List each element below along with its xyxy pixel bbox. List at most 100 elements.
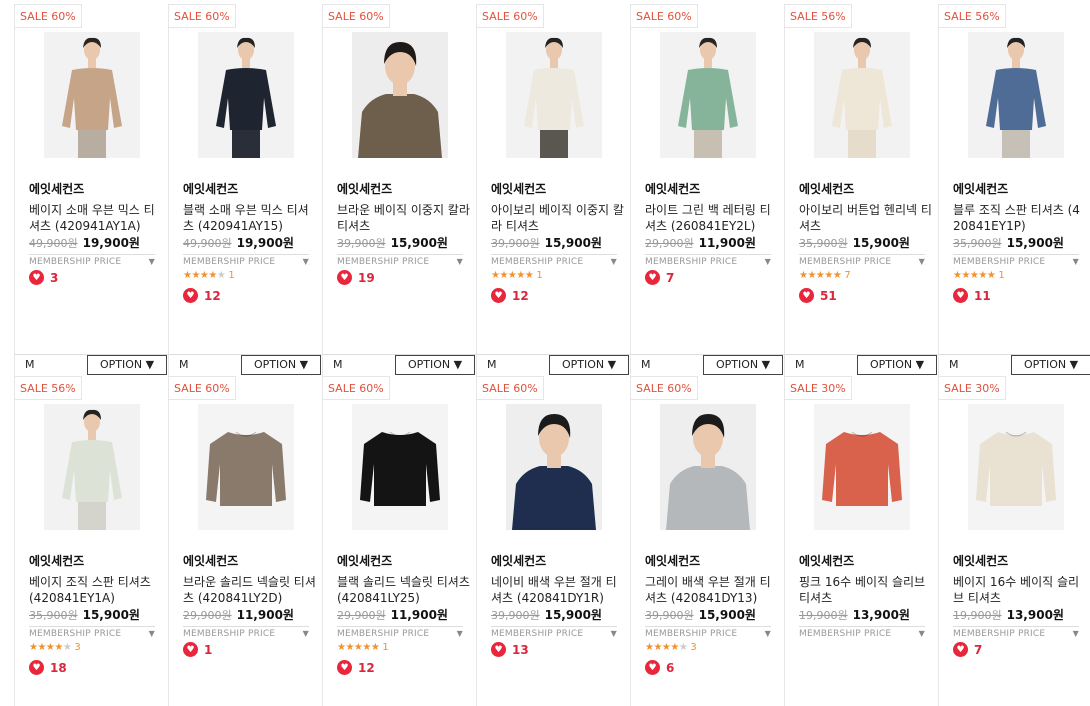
product-name-link[interactable]: 핑크 16수 베이직 슬리브 티셔츠 — [799, 574, 933, 606]
like-count[interactable]: ♥ 12 — [183, 288, 221, 303]
product-name-link[interactable]: 베이지 16수 베이직 슬리브 티셔츠 — [953, 574, 1087, 606]
membership-price-toggle[interactable]: MEMBERSHIP PRICE ▼ — [337, 254, 463, 267]
option-dropdown-button[interactable]: OPTION ▼ — [395, 355, 475, 375]
heart-icon[interactable]: ♥ — [183, 288, 198, 303]
like-count-value: 11 — [974, 288, 991, 303]
product-image[interactable] — [198, 404, 294, 530]
product-name-link[interactable]: 블랙 소매 우븐 믹스 티셔츠 (420941AY15) — [183, 202, 317, 234]
membership-price-toggle[interactable]: MEMBERSHIP PRICE ▼ — [29, 254, 155, 267]
product-name-link[interactable]: 베이지 조직 스판 티셔츠 (420841EY1A) — [29, 574, 163, 606]
option-bar: M OPTION ▼ — [477, 354, 631, 377]
heart-icon[interactable]: ♥ — [645, 660, 660, 675]
product-card[interactable]: SALE 56% 에잇세컨즈 블루 조직 스판 티셔츠 (420841EY1P) 3… — [938, 4, 1090, 376]
like-count[interactable]: ♥ 19 — [337, 270, 375, 285]
product-card[interactable]: SALE 30% 에잇세컨즈 핑크 16수 베이직 슬리브 티셔츠 19,900원 1… — [784, 376, 938, 706]
product-name-link[interactable]: 브라운 솔리드 넥슬릿 티셔츠 (420841LY2D) — [183, 574, 317, 606]
membership-price-toggle[interactable]: MEMBERSHIP PRICE ▼ — [953, 254, 1079, 267]
product-card[interactable]: SALE 60% 에잇세컨즈 그레이 배색 우븐 절개 티셔츠 (420841DY… — [630, 376, 784, 706]
like-count[interactable]: ♥ 12 — [491, 288, 529, 303]
heart-icon[interactable]: ♥ — [953, 642, 968, 657]
product-name-link[interactable]: 라이트 그린 백 레터링 티셔츠 (260841EY2L) — [645, 202, 779, 234]
product-name-link[interactable]: 아이보리 버튼업 헨리넥 티셔츠 — [799, 202, 933, 234]
product-card[interactable]: SALE 60% 에잇세컨즈 아이보리 베이직 이중지 칼라 티셔츠 39,900원… — [476, 4, 631, 377]
like-count[interactable]: ♥ 1 — [183, 642, 212, 657]
heart-icon[interactable]: ♥ — [491, 642, 506, 657]
product-image[interactable] — [44, 32, 140, 158]
product-brand: 에잇세컨즈 — [799, 182, 855, 196]
sale-badge: SALE 60% — [323, 4, 390, 28]
membership-price-toggle[interactable]: MEMBERSHIP PRICE ▼ — [29, 626, 155, 639]
product-image[interactable] — [814, 32, 910, 158]
option-dropdown-button[interactable]: OPTION ▼ — [857, 355, 937, 375]
membership-price-toggle[interactable]: MEMBERSHIP PRICE ▼ — [645, 626, 771, 639]
option-dropdown-button[interactable]: OPTION ▼ — [241, 355, 321, 375]
product-image[interactable] — [352, 32, 448, 158]
option-dropdown-button[interactable]: OPTION ▼ — [549, 355, 629, 375]
product-image[interactable] — [506, 404, 602, 530]
like-count[interactable]: ♥ 6 — [645, 660, 674, 675]
product-card[interactable]: SALE 60% 에잇세컨즈 라이트 그린 백 레터링 티셔츠 (260841EY… — [630, 4, 785, 376]
sale-badge: SALE 56% — [15, 376, 82, 400]
product-name-link[interactable]: 베이지 소매 우븐 믹스 티셔츠 (420941AY1A) — [29, 202, 163, 234]
product-name-link[interactable]: 블루 조직 스판 티셔츠 (420841EY1P) — [953, 202, 1087, 234]
heart-icon[interactable]: ♥ — [29, 660, 44, 675]
like-count-value: 51 — [820, 288, 837, 303]
product-image[interactable] — [660, 404, 756, 530]
product-image[interactable] — [814, 404, 910, 530]
product-image[interactable] — [968, 404, 1064, 530]
product-card[interactable]: SALE 60% 에잇세컨즈 블랙 솔리드 넥슬릿 티셔츠 (420841LY25… — [322, 376, 476, 706]
membership-price-toggle[interactable]: MEMBERSHIP PRICE ▼ — [183, 626, 309, 639]
product-card[interactable]: SALE 60% 에잇세컨즈 베이지 소매 우븐 믹스 티셔츠 (420941AY… — [14, 4, 169, 376]
product-image[interactable] — [198, 32, 294, 158]
membership-price-toggle[interactable]: MEMBERSHIP PRICE ▼ — [799, 626, 925, 639]
membership-price-toggle[interactable]: MEMBERSHIP PRICE ▼ — [799, 254, 925, 267]
product-card[interactable]: SALE 56% 에잇세컨즈 베이지 조직 스판 티셔츠 (420841EY1A)… — [14, 376, 168, 706]
product-name-link[interactable]: 브라운 베이직 이중지 칼라 티셔츠 — [337, 202, 471, 234]
heart-icon[interactable]: ♥ — [953, 288, 968, 303]
product-card[interactable]: SALE 60% 에잇세컨즈 블랙 소매 우븐 믹스 티셔츠 (420941AY1… — [168, 4, 323, 376]
heart-icon[interactable]: ♥ — [29, 270, 44, 285]
product-card[interactable]: SALE 60% 에잇세컨즈 네이비 배색 우븐 절개 티셔츠 (420841DY… — [476, 376, 630, 706]
product-card[interactable]: SALE 30% 에잇세컨즈 베이지 16수 베이직 슬리브 티셔츠 19,900원… — [938, 376, 1090, 706]
heart-icon[interactable]: ♥ — [337, 660, 352, 675]
original-price: 39,900원 — [337, 237, 386, 250]
heart-icon[interactable]: ♥ — [337, 270, 352, 285]
product-name-link[interactable]: 네이비 배색 우븐 절개 티셔츠 (420841DY1R) — [491, 574, 625, 606]
product-image[interactable] — [660, 32, 756, 158]
option-dropdown-button[interactable]: OPTION ▼ — [1011, 355, 1090, 375]
chevron-down-icon: ▼ — [918, 257, 925, 266]
heart-icon[interactable]: ♥ — [491, 288, 506, 303]
like-count[interactable]: ♥ 51 — [799, 288, 837, 303]
like-count[interactable]: ♥ 3 — [29, 270, 58, 285]
chevron-down-icon: ▼ — [610, 629, 617, 638]
product-image[interactable] — [44, 404, 140, 530]
option-dropdown-button[interactable]: OPTION ▼ — [703, 355, 783, 375]
like-count[interactable]: ♥ 7 — [953, 642, 982, 657]
heart-icon[interactable]: ♥ — [799, 288, 814, 303]
product-name-link[interactable]: 아이보리 베이직 이중지 칼라 티셔츠 — [491, 202, 625, 234]
product-image[interactable] — [352, 404, 448, 530]
like-count[interactable]: ♥ 18 — [29, 660, 67, 675]
product-name-link[interactable]: 블랙 솔리드 넥슬릿 티셔츠 (420841LY25) — [337, 574, 471, 606]
option-dropdown-button[interactable]: OPTION ▼ — [87, 355, 167, 375]
membership-price-toggle[interactable]: MEMBERSHIP PRICE ▼ — [953, 626, 1079, 639]
heart-icon[interactable]: ♥ — [183, 642, 198, 657]
sale-price: 19,900원 — [82, 236, 140, 250]
heart-icon[interactable]: ♥ — [645, 270, 660, 285]
product-name-link[interactable]: 그레이 배색 우븐 절개 티셔츠 (420841DY13) — [645, 574, 779, 606]
product-card[interactable]: SALE 60% 에잇세컨즈 브라운 솔리드 넥슬릿 티셔츠 (420841LY2… — [168, 376, 322, 706]
like-count[interactable]: ♥ 13 — [491, 642, 529, 657]
review-count: 3 — [690, 642, 697, 653]
product-image[interactable] — [968, 32, 1064, 158]
like-count[interactable]: ♥ 7 — [645, 270, 674, 285]
product-card[interactable]: SALE 60% 에잇세컨즈 브라운 베이직 이중지 칼라 티셔츠 39,900원 1… — [322, 4, 477, 376]
product-image[interactable] — [506, 32, 602, 158]
product-card[interactable]: SALE 56% 에잇세컨즈 아이보리 버튼업 헨리넥 티셔츠 35,900원 15,… — [784, 4, 939, 376]
membership-price-toggle[interactable]: MEMBERSHIP PRICE ▼ — [645, 254, 771, 267]
like-count[interactable]: ♥ 12 — [337, 660, 375, 675]
membership-price-toggle[interactable]: MEMBERSHIP PRICE ▼ — [183, 254, 309, 267]
membership-price-toggle[interactable]: MEMBERSHIP PRICE ▼ — [491, 254, 617, 267]
membership-price-toggle[interactable]: MEMBERSHIP PRICE ▼ — [491, 626, 617, 639]
like-count[interactable]: ♥ 11 — [953, 288, 991, 303]
membership-price-toggle[interactable]: MEMBERSHIP PRICE ▼ — [337, 626, 463, 639]
